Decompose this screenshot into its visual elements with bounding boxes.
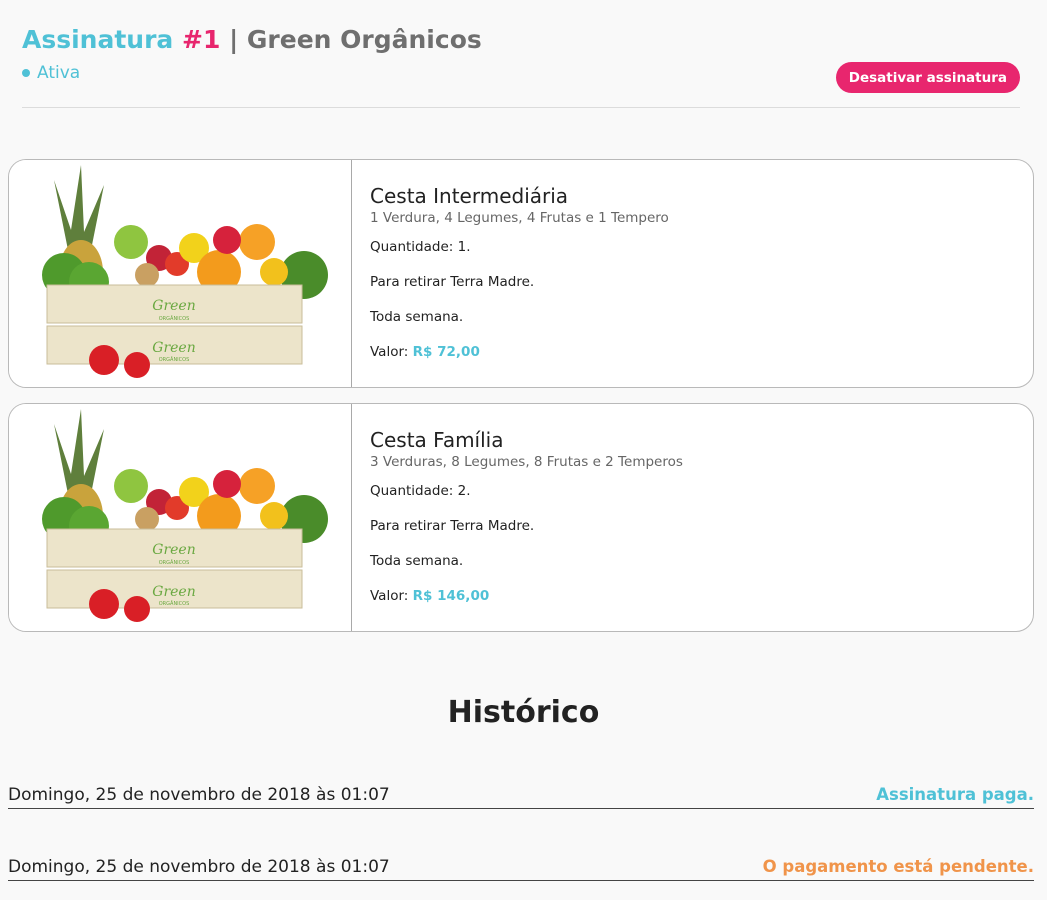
header-divider	[22, 107, 1020, 108]
price-label: Valor:	[370, 588, 409, 604]
product-price: R$ 72,00	[412, 344, 480, 360]
produce-crate-image: Green ORGÂNICOS Green ORGÂNICOS	[9, 160, 352, 387]
svg-text:ORGÂNICOS: ORGÂNICOS	[159, 315, 190, 322]
price-label: Valor:	[370, 344, 409, 360]
product-card: Green ORGÂNICOS Green ORGÂNICOS Cesta In…	[8, 159, 1034, 388]
product-price: R$ 146,00	[412, 588, 490, 604]
product-name: Cesta Intermediária	[370, 184, 569, 208]
history-status: O pagamento está pendente.	[762, 857, 1034, 876]
svg-text:Green: Green	[152, 584, 195, 600]
product-details: Cesta Família 3 Verduras, 8 Legumes, 8 F…	[352, 404, 1033, 631]
product-frequency: Toda semana.	[370, 309, 464, 325]
svg-text:ORGÂNICOS: ORGÂNICOS	[159, 600, 190, 607]
history-status: Assinatura paga.	[876, 785, 1034, 804]
apple-icon	[114, 469, 148, 503]
crate-brand-label: Green	[152, 298, 195, 314]
history-row: Domingo, 25 de novembro de 2018 às 01:07…	[8, 781, 1034, 809]
subscription-number: #1	[182, 25, 221, 54]
apple-icon	[114, 225, 148, 259]
tomato-icon	[89, 345, 119, 375]
product-frequency: Toda semana.	[370, 553, 464, 569]
history-title: Histórico	[447, 695, 600, 730]
deactivate-subscription-button[interactable]: Desativar assinatura	[835, 62, 1020, 93]
product-card: Green ORGÂNICOS Green ORGÂNICOS Cesta Fa…	[8, 403, 1034, 632]
title-word: Assinatura	[22, 25, 174, 54]
product-quantity: Quantidade: 1.	[370, 239, 471, 255]
tomato-icon	[89, 589, 119, 619]
svg-text:ORGÂNICOS: ORGÂNICOS	[159, 559, 190, 566]
history-date: Domingo, 25 de novembro de 2018 às 01:07	[8, 784, 390, 805]
product-price-row: Valor: R$ 146,00	[370, 587, 1015, 605]
subscription-header: Assinatura #1 | Green Orgânicos Ativa De…	[22, 22, 1020, 93]
crate-brand-label: Green	[152, 542, 195, 558]
product-price-row: Valor: R$ 72,00	[370, 343, 1015, 361]
product-name: Cesta Família	[370, 428, 504, 452]
product-details: Cesta Intermediária 1 Verdura, 4 Legumes…	[352, 160, 1033, 387]
store-name: | Green Orgânicos	[220, 25, 482, 54]
status-badge: Ativa	[37, 63, 81, 83]
history-date: Domingo, 25 de novembro de 2018 às 01:07	[8, 856, 390, 877]
product-quantity: Quantidade: 2.	[370, 483, 471, 499]
product-description: 3 Verduras, 8 Legumes, 8 Frutas e 2 Temp…	[370, 454, 683, 470]
history-row: Domingo, 25 de novembro de 2018 às 01:07…	[8, 853, 1034, 881]
produce-crate-image: Green ORGÂNICOS Green ORGÂNICOS	[9, 404, 352, 631]
status-dot-icon	[22, 69, 30, 77]
product-pickup: Para retirar Terra Madre.	[370, 518, 535, 534]
svg-text:ORGÂNICOS: ORGÂNICOS	[159, 356, 190, 363]
product-pickup: Para retirar Terra Madre.	[370, 274, 535, 290]
page-title: Assinatura #1 | Green Orgânicos	[22, 22, 1020, 58]
svg-text:Green: Green	[152, 340, 195, 356]
product-description: 1 Verdura, 4 Legumes, 4 Frutas e 1 Tempe…	[370, 210, 669, 226]
